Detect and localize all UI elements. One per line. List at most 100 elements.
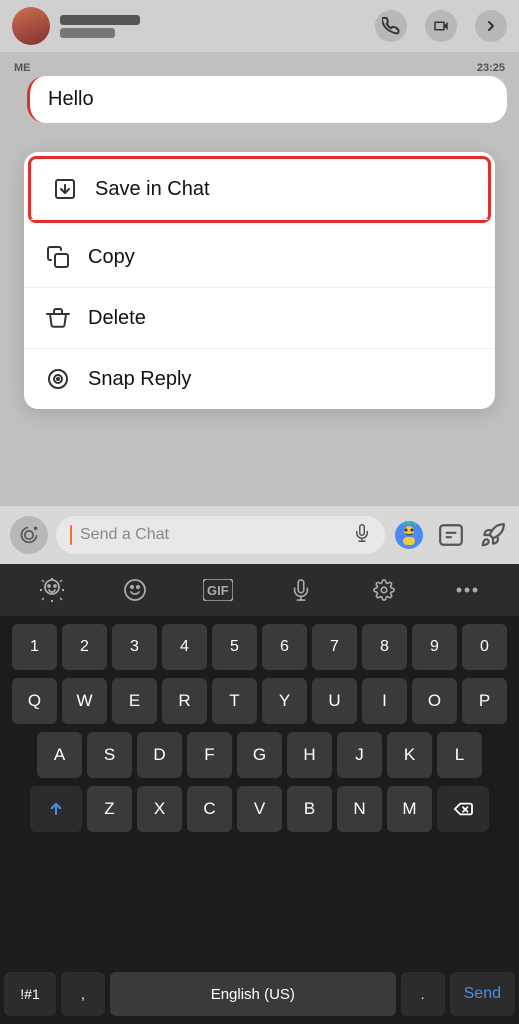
key-8[interactable]: 8 (362, 624, 407, 670)
avatar (12, 7, 50, 45)
key-comma[interactable]: , (61, 972, 105, 1016)
key-0[interactable]: 0 (462, 624, 507, 670)
key-g[interactable]: G (237, 732, 282, 778)
asdf-row: A S D F G H J K L (4, 732, 515, 778)
key-e[interactable]: E (112, 678, 157, 724)
key-w[interactable]: W (62, 678, 107, 724)
key-s[interactable]: S (87, 732, 132, 778)
contact-info (12, 7, 140, 45)
message-sender: ME (14, 62, 31, 74)
context-menu-item-copy[interactable]: Copy (24, 227, 495, 288)
key-h[interactable]: H (287, 732, 332, 778)
copy-icon (44, 243, 72, 271)
context-menu-item-snap-reply[interactable]: Snap Reply (24, 349, 495, 409)
key-m[interactable]: M (387, 786, 432, 832)
message-text: Hello (48, 88, 94, 110)
key-u[interactable]: U (312, 678, 357, 724)
settings-toolbar-button[interactable] (364, 570, 404, 610)
symbol-label: !#1 (20, 986, 39, 1002)
phone-button[interactable] (375, 10, 407, 42)
message-meta: ME 23:25 (12, 62, 507, 74)
save-in-chat-label: Save in Chat (95, 178, 210, 201)
bitmoji-button[interactable] (393, 519, 425, 551)
gif-toolbar-button[interactable]: GIF (198, 570, 238, 610)
message-bubble: Hello (27, 76, 507, 123)
key-1[interactable]: 1 (12, 624, 57, 670)
context-menu: Save in Chat Copy (24, 152, 495, 409)
key-r[interactable]: R (162, 678, 207, 724)
key-4[interactable]: 4 (162, 624, 207, 670)
chat-placeholder: Send a Chat (80, 526, 345, 544)
key-i[interactable]: I (362, 678, 407, 724)
video-button[interactable] (425, 10, 457, 42)
top-bar (0, 0, 519, 52)
key-y[interactable]: Y (262, 678, 307, 724)
smiley-toolbar-button[interactable] (115, 570, 155, 610)
emoji-toolbar-button[interactable] (32, 570, 72, 610)
key-shift[interactable] (30, 786, 82, 832)
mic-icon[interactable] (353, 524, 371, 547)
message-container: ME 23:25 Hello (0, 62, 519, 123)
context-menu-wrapper: Save in Chat Copy (12, 142, 507, 409)
key-5[interactable]: 5 (212, 624, 257, 670)
key-delete[interactable] (437, 786, 489, 832)
snap-reply-icon (44, 365, 72, 393)
svg-text:GIF: GIF (207, 583, 229, 598)
key-period[interactable]: . (401, 972, 445, 1016)
chat-input-bar: Send a Chat (0, 506, 519, 564)
key-d[interactable]: D (137, 732, 182, 778)
key-a[interactable]: A (37, 732, 82, 778)
key-t[interactable]: T (212, 678, 257, 724)
snap-reply-label: Snap Reply (88, 368, 191, 391)
keyboard-bottom-row: !#1 , English (US) . Send (0, 972, 519, 1024)
name-line-2 (60, 28, 115, 38)
chat-area: ME 23:25 Hello S (0, 52, 519, 542)
number-row: 1 2 3 4 5 6 7 8 9 0 (4, 624, 515, 670)
key-z[interactable]: Z (87, 786, 132, 832)
key-b[interactable]: B (287, 786, 332, 832)
key-2[interactable]: 2 (62, 624, 107, 670)
key-p[interactable]: P (462, 678, 507, 724)
delete-label: Delete (88, 307, 146, 330)
name-line-1 (60, 15, 140, 25)
key-c[interactable]: C (187, 786, 232, 832)
keyboard-rows: 1 2 3 4 5 6 7 8 9 0 Q W E R T Y U I O P … (0, 616, 519, 972)
keyboard-toolbar: GIF (0, 564, 519, 616)
more-toolbar-button[interactable] (447, 570, 487, 610)
key-6[interactable]: 6 (262, 624, 307, 670)
top-bar-actions (375, 10, 507, 42)
key-9[interactable]: 9 (412, 624, 457, 670)
key-o[interactable]: O (412, 678, 457, 724)
key-x[interactable]: X (137, 786, 182, 832)
key-3[interactable]: 3 (112, 624, 157, 670)
key-symbol[interactable]: !#1 (4, 972, 56, 1016)
copy-label: Copy (88, 246, 135, 269)
key-j[interactable]: J (337, 732, 382, 778)
rocket-button[interactable] (477, 519, 509, 551)
mic-toolbar-button[interactable] (281, 570, 321, 610)
key-n[interactable]: N (337, 786, 382, 832)
key-f[interactable]: F (187, 732, 232, 778)
key-send[interactable]: Send (450, 972, 515, 1016)
key-7[interactable]: 7 (312, 624, 357, 670)
key-k[interactable]: K (387, 732, 432, 778)
keyboard: GIF 1 (0, 564, 519, 1024)
save-in-chat-row[interactable]: Save in Chat (31, 159, 488, 220)
text-cursor (70, 525, 72, 545)
period-label: . (421, 986, 425, 1002)
key-v[interactable]: V (237, 786, 282, 832)
context-menu-item-save-in-chat[interactable]: Save in Chat (28, 156, 491, 223)
zxcv-row: Z X C V B N M (4, 786, 515, 832)
message-timestamp: 23:25 (477, 62, 505, 74)
camera-button[interactable] (10, 516, 48, 554)
chat-input-field[interactable]: Send a Chat (56, 516, 385, 554)
key-space[interactable]: English (US) (110, 972, 396, 1016)
chat-right-icons (393, 519, 509, 551)
sticker-button[interactable] (435, 519, 467, 551)
context-menu-item-delete[interactable]: Delete (24, 288, 495, 349)
contact-name (60, 15, 140, 38)
delete-icon (44, 304, 72, 332)
key-l[interactable]: L (437, 732, 482, 778)
key-q[interactable]: Q (12, 678, 57, 724)
chevron-right-button[interactable] (475, 10, 507, 42)
